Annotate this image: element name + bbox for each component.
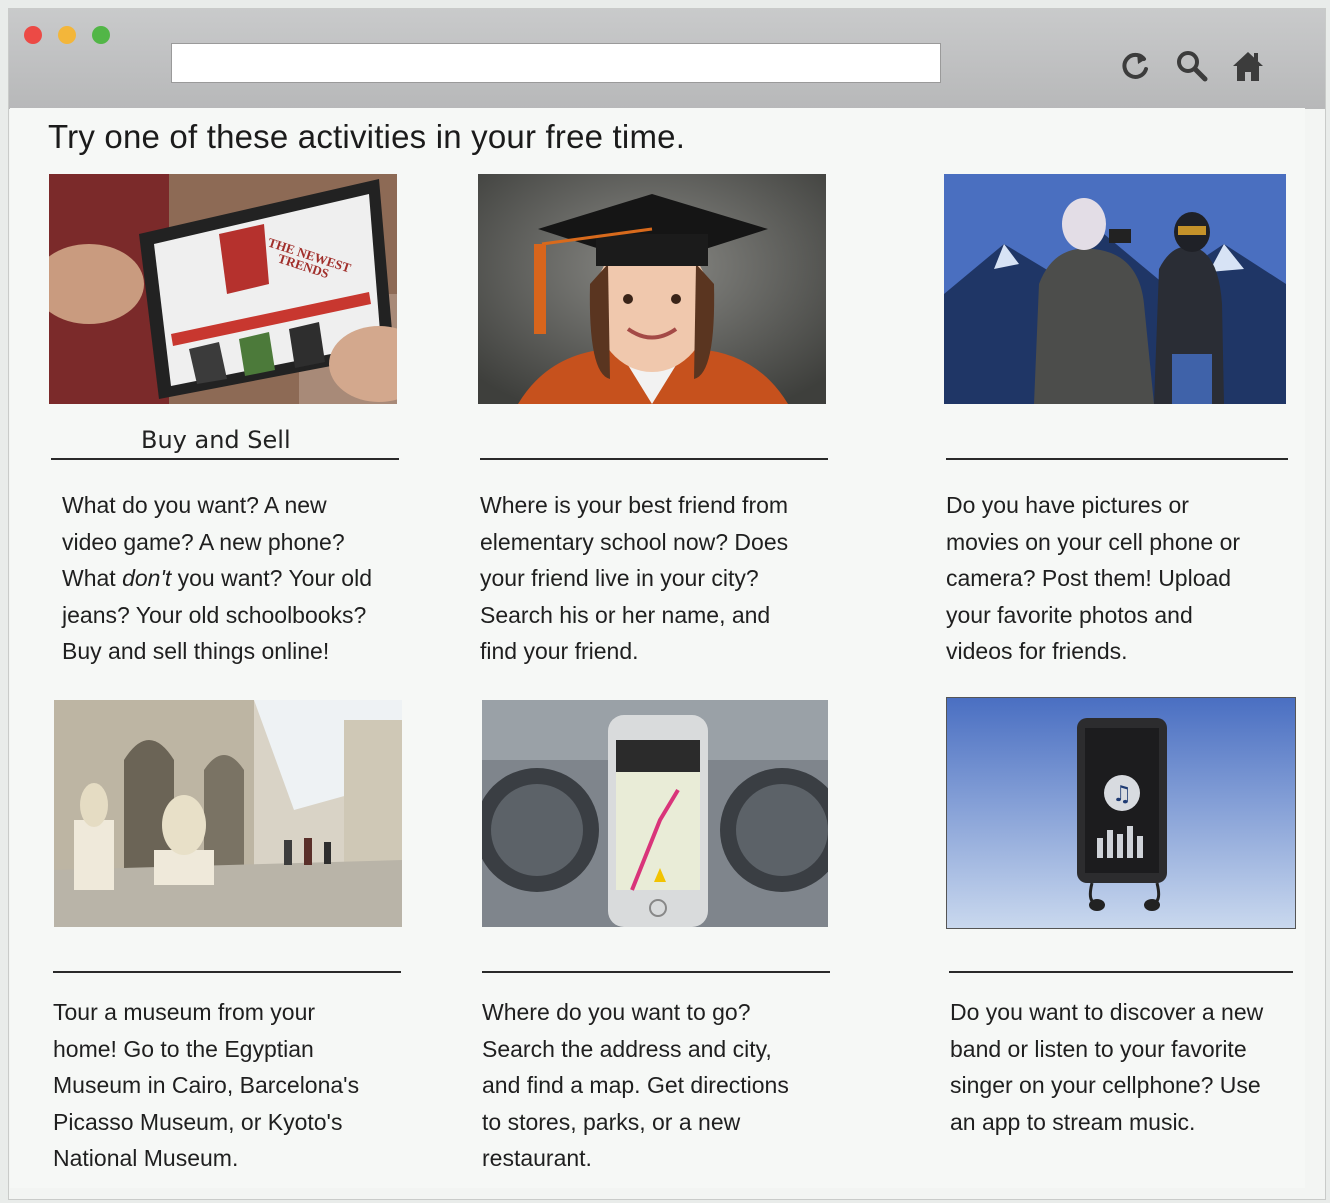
description-line: Where do you want to go? xyxy=(482,999,751,1025)
tablet-shopping-photo: THE NEWEST TRENDS xyxy=(49,174,397,404)
description-line: movies on your cell phone or xyxy=(946,528,1241,555)
caption-line xyxy=(480,458,828,460)
description-line: videos for friends. xyxy=(946,638,1128,664)
mountain-photographers-photo xyxy=(944,174,1286,404)
description-line: to stores, parks, or a new xyxy=(482,1108,741,1135)
activity-description: Do you have pictures or movies on your c… xyxy=(946,487,1240,670)
description-line: Search the address and city, xyxy=(482,1035,772,1062)
description-line: camera? Post them! Upload xyxy=(946,565,1232,591)
description-line: and find a map. Get directions xyxy=(482,1072,789,1098)
description-line: band or listen to your favorite xyxy=(950,1035,1247,1062)
museum-hall-photo xyxy=(54,700,402,927)
description-line: elementary school now? Does xyxy=(480,528,789,555)
description-line: Where is your best friend from xyxy=(480,492,789,518)
description-line: your friend live in your city? xyxy=(480,565,759,591)
description-line: Museum in Cairo, Barcelona's xyxy=(53,1072,360,1098)
description-line: Buy and sell things online! xyxy=(62,638,330,664)
graduation-photo xyxy=(478,174,826,404)
music-app-photo: ♫ xyxy=(946,697,1296,929)
description-line: What xyxy=(62,565,123,591)
description-line: video game? A new phone? xyxy=(62,528,345,555)
browser-toolbar xyxy=(9,9,1325,109)
activity-description: Tour a museum from your home! Go to the … xyxy=(53,994,359,1177)
minimize-window-button[interactable] xyxy=(58,26,76,44)
caption-line xyxy=(949,971,1293,973)
caption-line xyxy=(53,971,401,973)
activity-description: Where is your best friend from elementar… xyxy=(480,487,788,670)
description-line: home! Go to the Egyptian xyxy=(53,1035,314,1062)
address-bar[interactable] xyxy=(171,43,941,83)
description-line: Do you have pictures or xyxy=(946,492,1189,518)
home-icon[interactable] xyxy=(1229,47,1267,85)
caption-line xyxy=(51,458,399,460)
page-heading: Try one of these activities in your free… xyxy=(48,118,686,155)
caption-line xyxy=(946,458,1288,460)
description-line: Search his or her name, and xyxy=(480,601,771,628)
caption-line xyxy=(482,971,830,973)
description-line: find your friend. xyxy=(480,638,639,664)
description-line: What do you want? A new xyxy=(62,492,327,518)
description-line: Tour a museum from your xyxy=(53,999,316,1025)
description-line: restaurant. xyxy=(482,1145,592,1171)
activity-description: What do you want? A new video game? A ne… xyxy=(62,487,372,670)
reload-icon[interactable] xyxy=(1116,47,1154,85)
description-line: Do you want to discover a new xyxy=(950,999,1264,1025)
description-line: an app to stream music. xyxy=(950,1108,1196,1135)
description-emphasis: don't xyxy=(122,565,172,591)
activity-description: Where do you want to go? Search the addr… xyxy=(482,994,789,1177)
description-line: your favorite photos and xyxy=(946,601,1193,628)
description-line: jeans? Your old schoolbooks? xyxy=(62,601,367,628)
maximize-window-button[interactable] xyxy=(92,26,110,44)
activity-description: Do you want to discover a new band or li… xyxy=(950,994,1263,1140)
description-line: National Museum. xyxy=(53,1145,239,1171)
activity-caption-buy-and-sell: Buy and Sell xyxy=(141,426,291,454)
description-line: Picasso Museum, or Kyoto's xyxy=(53,1108,343,1135)
phone-navigation-photo xyxy=(482,700,828,927)
description-line: you want? Your old xyxy=(171,565,373,591)
search-icon[interactable] xyxy=(1173,47,1211,85)
close-window-button[interactable] xyxy=(24,26,42,44)
svg-text:♫: ♫ xyxy=(1112,782,1132,807)
description-line: singer on your cellphone? Use xyxy=(950,1072,1261,1098)
